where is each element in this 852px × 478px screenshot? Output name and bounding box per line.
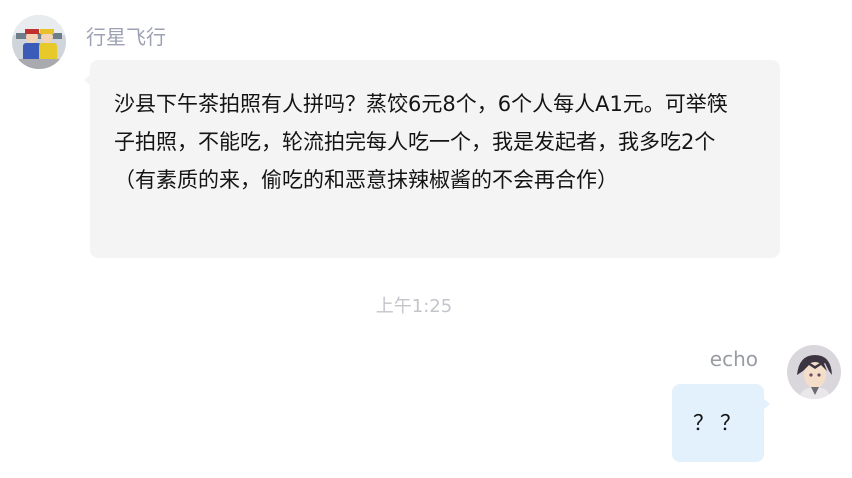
own-avatar-icon[interactable]	[787, 345, 841, 399]
outgoing-message-bubble[interactable]: ？？	[672, 384, 770, 462]
chat-window: 行星飞行 沙县下午茶拍照有人拼吗？蒸饺6元8个，6个人每人A1元。可举筷子拍照，…	[0, 0, 852, 478]
own-name: echo	[709, 347, 758, 371]
message-timestamp: 上午1:25	[375, 296, 453, 317]
incoming-message-bubble[interactable]: 沙县下午茶拍照有人拼吗？蒸饺6元8个，6个人每人A1元。可举筷子拍照，不能吃，轮…	[84, 60, 780, 258]
sender-name: 行星飞行	[86, 25, 166, 49]
sender-avatar-icon[interactable]	[12, 15, 66, 69]
